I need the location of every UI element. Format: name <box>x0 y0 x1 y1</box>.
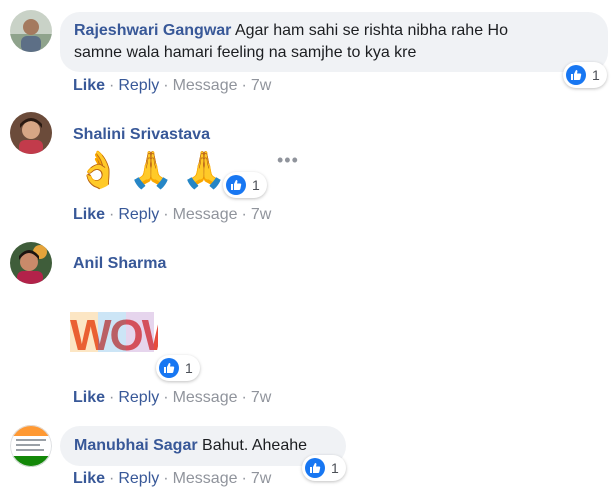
reply-link[interactable]: Reply <box>118 77 159 94</box>
comment-text: Rajeshwari Gangwar Agar ham sahi se rish… <box>74 20 604 64</box>
comment-text-line1: Agar ham sahi se rishta nibha rahe Ho <box>234 22 508 39</box>
message-link[interactable]: Message <box>173 470 238 487</box>
author-name[interactable]: Rajeshwari Gangwar <box>74 22 231 39</box>
reaction-count[interactable]: 1 <box>223 172 267 198</box>
thumbs-up-icon <box>159 358 179 378</box>
thumbs-up-icon <box>226 175 246 195</box>
avatar[interactable] <box>10 112 52 154</box>
comment-actions: Like · Reply · Message · 7w <box>73 389 272 406</box>
avatar[interactable] <box>10 242 52 284</box>
timestamp[interactable]: 7w <box>251 470 271 487</box>
timestamp[interactable]: 7w <box>251 77 271 94</box>
comment-text-body: Bahut. Aheahe <box>202 437 308 454</box>
like-link[interactable]: Like <box>73 77 105 94</box>
thumbs-up-icon <box>566 65 586 85</box>
message-link[interactable]: Message <box>173 389 238 406</box>
like-link[interactable]: Like <box>73 470 105 487</box>
message-link[interactable]: Message <box>173 206 238 223</box>
comment-actions: Like · Reply · Message · 7w <box>73 470 272 487</box>
reply-link[interactable]: Reply <box>118 470 159 487</box>
reaction-count[interactable]: 1 <box>156 355 200 381</box>
like-link[interactable]: Like <box>73 206 105 223</box>
reaction-count-number: 1 <box>185 360 193 376</box>
thumbs-up-icon <box>305 458 325 478</box>
comment-actions: Like · Reply · Message · 7w <box>73 77 272 94</box>
comment-actions: Like · Reply · Message · 7w <box>73 206 272 223</box>
timestamp[interactable]: 7w <box>251 389 271 406</box>
reply-link[interactable]: Reply <box>118 389 159 406</box>
timestamp[interactable]: 7w <box>251 206 271 223</box>
emoji-row: 👌 🙏 🙏 <box>76 149 226 191</box>
avatar[interactable] <box>10 425 52 467</box>
reaction-count-number: 1 <box>331 460 339 476</box>
reaction-count[interactable]: 1 <box>302 455 346 481</box>
comment-text-line2: samne wala hamari feeling na samjhe to k… <box>74 44 417 61</box>
author-name[interactable]: Shalini Srivastava <box>73 126 210 144</box>
like-link[interactable]: Like <box>73 389 105 406</box>
comment-bubble: Rajeshwari Gangwar Agar ham sahi se rish… <box>60 12 608 72</box>
folded-hands-emoji: 🙏 <box>181 149 227 190</box>
comment-text: Manubhai Sagar Bahut. Aheahe <box>74 435 307 457</box>
message-link[interactable]: Message <box>173 77 238 94</box>
folded-hands-emoji: 🙏 <box>128 149 174 190</box>
reply-link[interactable]: Reply <box>118 206 159 223</box>
reaction-count-number: 1 <box>252 177 260 193</box>
avatar[interactable] <box>10 10 52 52</box>
author-name[interactable]: Anil Sharma <box>73 255 166 273</box>
reaction-count[interactable]: 1 <box>563 62 607 88</box>
ok-hand-emoji: 👌 <box>76 149 121 190</box>
more-options-icon[interactable]: ••• <box>277 150 299 171</box>
reaction-count-number: 1 <box>592 67 600 83</box>
wow-sticker: WOW <box>68 306 186 360</box>
author-name[interactable]: Manubhai Sagar <box>74 437 198 454</box>
